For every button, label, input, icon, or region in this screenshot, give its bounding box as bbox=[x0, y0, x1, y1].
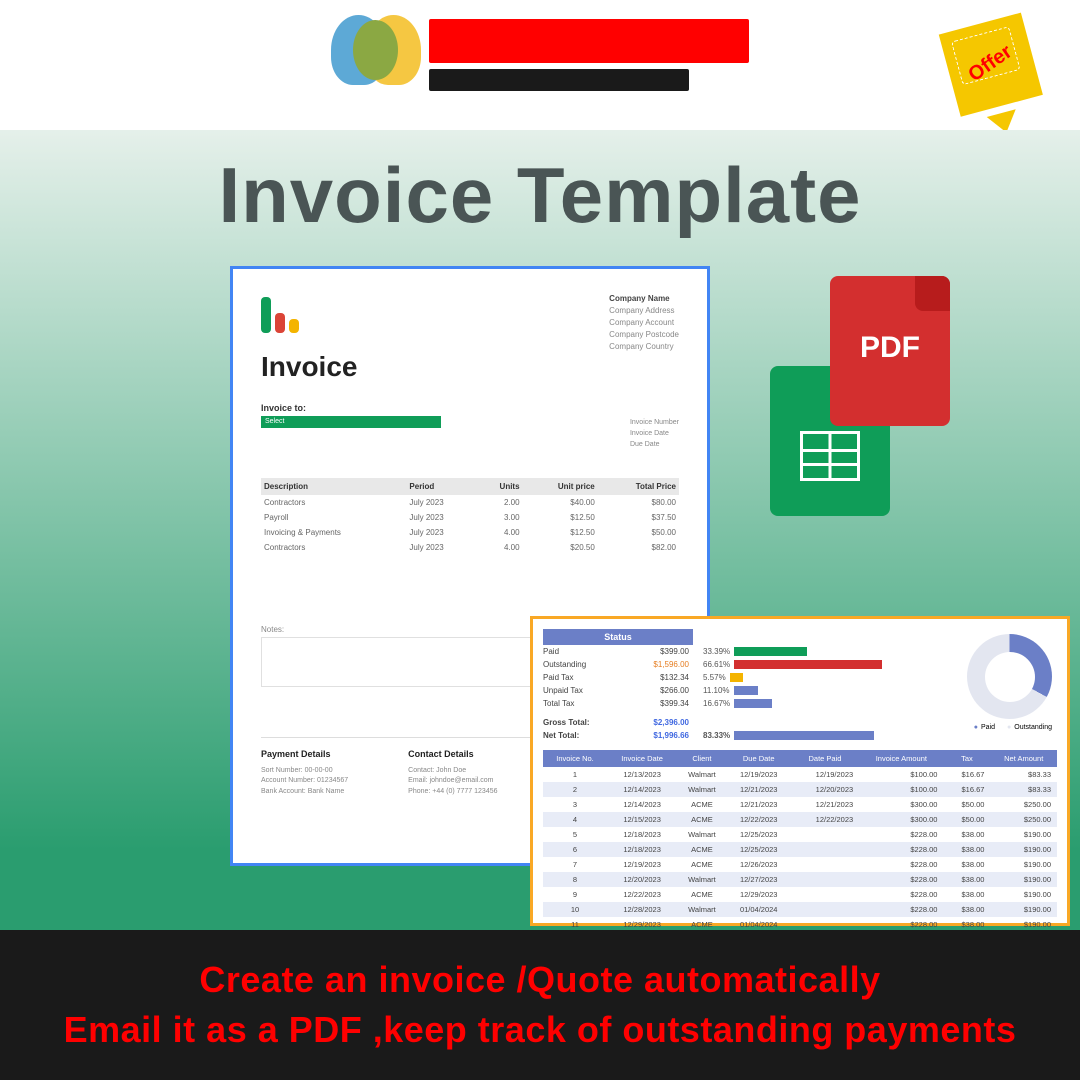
invoice-to-select: Select bbox=[261, 416, 441, 428]
hero-title: Invoice Template bbox=[218, 150, 861, 241]
invoice-meta: Invoice Number Invoice Date Due Date bbox=[630, 417, 679, 451]
payment-details: Payment Details Sort Number: 00-00-00 Ac… bbox=[261, 748, 348, 797]
donut-chart bbox=[967, 634, 1052, 719]
footer-line-1: Create an invoice /Quote automatically bbox=[199, 959, 880, 1001]
document-stack: PDF Company Name Company Address Company… bbox=[230, 266, 850, 906]
brand-text bbox=[429, 19, 749, 91]
file-icons: PDF bbox=[830, 276, 950, 426]
invoice-tracking-table: Invoice No.Invoice DateClientDue DateDat… bbox=[543, 750, 1057, 932]
brand-logo bbox=[331, 10, 749, 100]
footer-banner: Create an invoice /Quote automatically E… bbox=[0, 930, 1080, 1080]
offer-tag: Offer bbox=[939, 9, 1061, 131]
hero-section: Invoice Template PDF Company Name Compan… bbox=[0, 130, 1080, 930]
header: Offer bbox=[0, 0, 1080, 130]
company-block: Company Name Company Address Company Acc… bbox=[609, 293, 679, 353]
chart-legend: Paid Outstanding bbox=[974, 724, 1052, 731]
invoice-line-table: DescriptionPeriodUnitsUnit priceTotal Pr… bbox=[261, 478, 679, 555]
invoice-to-label: Invoice to: bbox=[261, 403, 679, 413]
invoice-heading: Invoice bbox=[261, 351, 679, 383]
contact-details: Contact Details Contact: John Doe Email:… bbox=[408, 748, 497, 797]
footer-line-2: Email it as a PDF ,keep track of outstan… bbox=[64, 1009, 1017, 1051]
pdf-icon: PDF bbox=[830, 276, 950, 426]
dashboard-panel: Status PaidOutstandingPaid TaxUnpaid Tax… bbox=[530, 616, 1070, 926]
status-header: Status bbox=[543, 629, 693, 645]
brand-icon bbox=[331, 10, 421, 100]
